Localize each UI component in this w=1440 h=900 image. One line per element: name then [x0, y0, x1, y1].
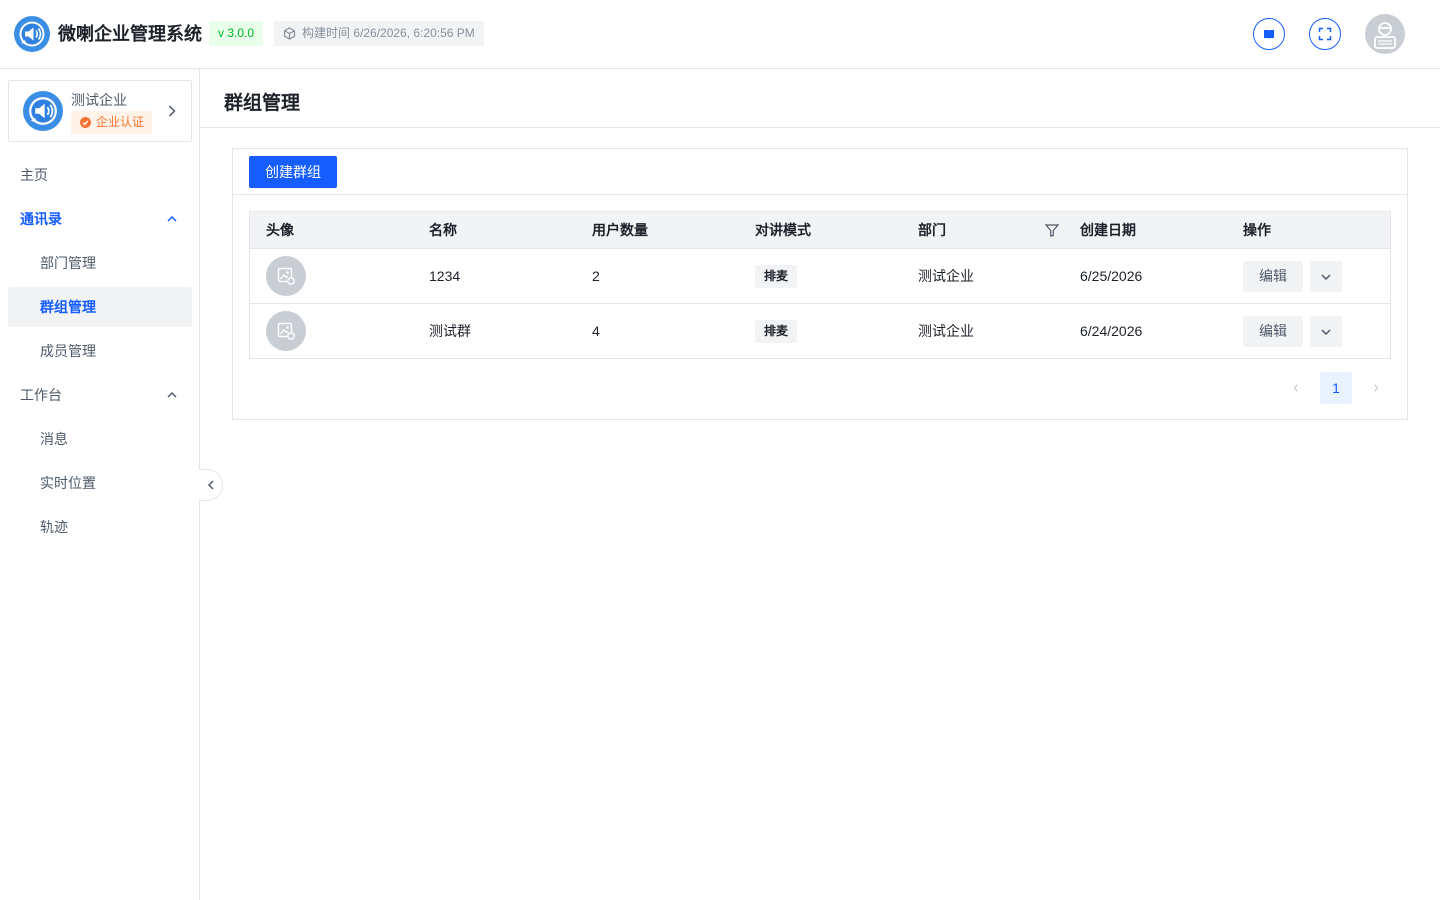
- menu-group-workbench[interactable]: 工作台: [8, 375, 192, 415]
- group-created-date: 6/24/2026: [1080, 323, 1143, 339]
- page-title: 群组管理: [224, 93, 301, 114]
- group-created-date: 6/25/2026: [1080, 268, 1143, 284]
- chevron-down-icon: [1321, 328, 1331, 335]
- chevron-up-icon: [167, 215, 177, 222]
- group-table: 头像 名称 用户数量 对讲模式 部门 创建日期 操作 1234 2 排麦 测试企…: [249, 211, 1391, 359]
- chevron-left-icon: [1293, 384, 1298, 392]
- page-header: 群组管理: [200, 69, 1440, 128]
- filter-icon[interactable]: [1045, 224, 1059, 237]
- cube-icon: [283, 27, 296, 40]
- image-placeholder-icon: [277, 267, 295, 285]
- sidebar-collapse-button[interactable]: [199, 469, 223, 501]
- menu-item-members[interactable]: 成员管理: [8, 331, 192, 371]
- menu-item-realtime-location-label: 实时位置: [40, 475, 96, 491]
- column-header-user-count: 用户数量: [592, 222, 648, 238]
- company-name: 测试企业: [71, 92, 127, 108]
- pagination-prev-button[interactable]: [1280, 372, 1312, 404]
- version-tag: v 3.0.0: [209, 21, 264, 46]
- menu-item-track-label: 轨迹: [40, 519, 68, 535]
- chevron-left-icon: [207, 480, 214, 490]
- verified-badge-label: 企业认证: [96, 115, 145, 129]
- pagination-next-button[interactable]: [1360, 372, 1392, 404]
- group-department: 测试企业: [918, 323, 974, 339]
- column-header-created: 创建日期: [1080, 222, 1136, 238]
- group-avatar: [266, 256, 306, 296]
- chevron-up-icon: [167, 391, 177, 398]
- group-avatar: [266, 311, 306, 351]
- column-header-mode: 对讲模式: [755, 222, 811, 238]
- chevron-right-icon: [1374, 384, 1379, 392]
- menu-item-department-label: 部门管理: [40, 255, 96, 271]
- menu-item-messages[interactable]: 消息: [8, 419, 192, 459]
- more-actions-button[interactable]: [1310, 261, 1342, 292]
- build-time-tag: 构建时间 6/26/2026, 6:20:56 PM: [274, 21, 484, 46]
- mode-tag: 排麦: [755, 265, 798, 288]
- chevron-right-icon: [168, 105, 176, 117]
- top-header: 微喇企业管理系统 v 3.0.0 构建时间 6/26/2026, 6:20:56…: [0, 0, 1440, 69]
- company-logo-icon: [23, 91, 63, 131]
- table-row: 测试群 4 排麦 测试企业 6/24/2026 编辑: [250, 304, 1390, 359]
- user-avatar-icon: [1374, 22, 1396, 49]
- create-group-button[interactable]: 创建群组: [249, 156, 337, 188]
- menu-group-contacts[interactable]: 通讯录: [8, 199, 192, 239]
- menu-item-realtime-location[interactable]: 实时位置: [8, 463, 192, 503]
- group-user-count: 2: [592, 268, 600, 284]
- table-row: 1234 2 排麦 测试企业 6/25/2026 编辑: [250, 249, 1390, 304]
- group-user-count: 4: [592, 323, 600, 339]
- more-actions-button[interactable]: [1310, 316, 1342, 347]
- edit-button[interactable]: 编辑: [1243, 316, 1303, 347]
- user-avatar[interactable]: [1365, 14, 1405, 54]
- image-placeholder-icon: [277, 322, 295, 340]
- pagination-page-1[interactable]: 1: [1320, 372, 1352, 404]
- group-name: 测试群: [429, 323, 471, 339]
- mode-tag: 排麦: [755, 320, 798, 343]
- menu-item-home[interactable]: 主页: [8, 155, 192, 195]
- chevron-down-icon: [1321, 273, 1331, 280]
- verified-check-icon: [80, 117, 91, 128]
- menu-item-home-label: 主页: [20, 167, 48, 183]
- group-department: 测试企业: [918, 268, 974, 284]
- docs-button[interactable]: [1253, 18, 1285, 50]
- menu-item-messages-label: 消息: [40, 431, 68, 447]
- column-header-avatar: 头像: [266, 222, 294, 238]
- fullscreen-button[interactable]: [1309, 18, 1341, 50]
- group-name: 1234: [429, 268, 461, 284]
- menu-item-groups[interactable]: 群组管理: [8, 287, 192, 327]
- fullscreen-icon: [1318, 27, 1332, 41]
- menu-item-track[interactable]: 轨迹: [8, 507, 192, 547]
- logo-icon: [14, 16, 50, 52]
- menu-group-contacts-label: 通讯录: [20, 211, 62, 227]
- company-card[interactable]: 测试企业 企业认证: [8, 80, 192, 142]
- verified-badge: 企业认证: [71, 111, 153, 134]
- panel-toolbar: 创建群组: [233, 149, 1407, 195]
- column-header-name: 名称: [429, 222, 457, 238]
- build-time-text: 构建时间 6/26/2026, 6:20:56 PM: [302, 26, 475, 40]
- table-header: 头像 名称 用户数量 对讲模式 部门 创建日期 操作: [250, 212, 1390, 249]
- app-title: 微喇企业管理系统: [58, 24, 202, 44]
- menu-item-groups-label: 群组管理: [40, 299, 96, 315]
- menu-item-members-label: 成员管理: [40, 343, 96, 359]
- column-header-actions: 操作: [1243, 222, 1271, 238]
- group-panel: 创建群组 头像 名称 用户数量 对讲模式 部门 创建日期 操作 1234 2 排…: [232, 148, 1408, 420]
- column-header-department: 部门: [918, 222, 946, 238]
- menu-group-workbench-label: 工作台: [20, 387, 62, 403]
- book-icon: [1264, 30, 1274, 39]
- menu-item-department[interactable]: 部门管理: [8, 243, 192, 283]
- edit-button[interactable]: 编辑: [1243, 261, 1303, 292]
- sidebar: 测试企业 企业认证 主页 通讯录 部门管理 群组管理 成员管理 工作台 消息 实…: [0, 69, 200, 900]
